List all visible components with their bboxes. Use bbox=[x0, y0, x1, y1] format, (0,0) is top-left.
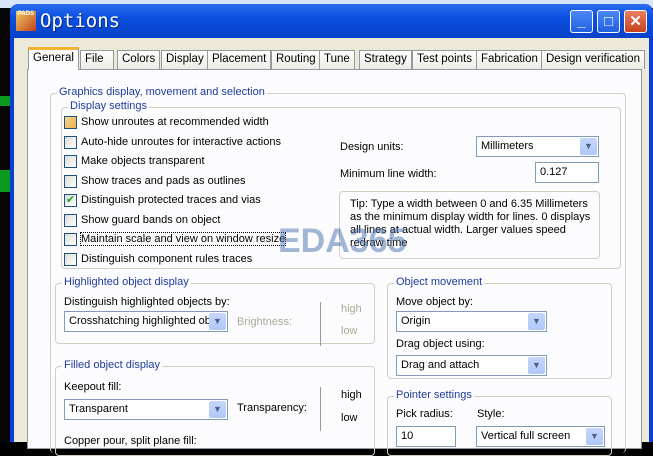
chevron-down-icon: ▼ bbox=[580, 138, 597, 155]
chevron-down-icon: ▼ bbox=[528, 313, 545, 330]
group-label: Display settings bbox=[68, 100, 150, 112]
move-by-label: Move object by: bbox=[396, 296, 474, 308]
tab-tune[interactable]: Tune bbox=[319, 50, 355, 69]
title-bar[interactable]: PADS Options _ □ ✕ bbox=[10, 4, 653, 38]
pads-app-icon: PADS bbox=[16, 11, 36, 31]
group-label: Pointer settings bbox=[394, 389, 474, 401]
distinguish-by-label: Distinguish highlighted objects by: bbox=[64, 296, 230, 308]
tab-general[interactable]: General bbox=[28, 47, 79, 70]
brightness-slider[interactable] bbox=[320, 302, 330, 346]
tab-test-points[interactable]: Test points bbox=[412, 50, 477, 69]
chevron-down-icon: ▼ bbox=[586, 428, 603, 445]
style-label: Style: bbox=[477, 408, 505, 420]
keepout-fill-select[interactable]: Transparent ▼ bbox=[64, 399, 228, 420]
copper-fill-label: Copper pour, split plane fill: bbox=[64, 435, 197, 447]
close-button[interactable]: ✕ bbox=[624, 10, 647, 33]
tab-colors[interactable]: Colors bbox=[117, 50, 161, 69]
tab-design-verification[interactable]: Design verification bbox=[541, 50, 645, 69]
tab-file[interactable]: File bbox=[80, 50, 114, 69]
chevron-down-icon: ▼ bbox=[209, 401, 226, 418]
tab-placement[interactable]: Placement bbox=[207, 50, 272, 69]
brightness-low-label: low bbox=[341, 325, 358, 337]
eda365-watermark: EDA365 bbox=[278, 222, 407, 260]
maximize-button[interactable]: □ bbox=[597, 10, 620, 33]
min-line-width-label: Minimum line width: bbox=[340, 168, 437, 180]
pick-radius-label: Pick radius: bbox=[396, 408, 453, 420]
tab-display[interactable]: Display bbox=[161, 50, 209, 69]
chevron-down-icon: ▼ bbox=[528, 357, 545, 374]
design-units-label: Design units: bbox=[340, 141, 404, 153]
keepout-fill-label: Keepout fill: bbox=[64, 381, 122, 393]
pointer-style-select[interactable]: Vertical full screen ▼ bbox=[476, 426, 605, 447]
tab-routing[interactable]: Routing bbox=[271, 50, 321, 69]
group-label: Highlighted object display bbox=[62, 276, 191, 288]
tab-fabrication[interactable]: Fabrication bbox=[476, 50, 543, 69]
drag-using-label: Drag object using: bbox=[396, 338, 485, 350]
drag-using-select[interactable]: Drag and attach ▼ bbox=[396, 355, 547, 376]
check-icon: ✔ bbox=[64, 194, 77, 207]
window-title: Options bbox=[40, 10, 121, 32]
group-label: Object movement bbox=[394, 276, 485, 288]
group-label: Graphics display, movement and selection bbox=[57, 86, 267, 98]
brightness-label: Brightness: bbox=[237, 316, 293, 328]
brightness-high-label: high bbox=[341, 303, 362, 315]
group-label: Filled object display bbox=[62, 359, 162, 371]
transparency-slider[interactable] bbox=[320, 387, 330, 431]
pick-radius-input[interactable]: 10 bbox=[396, 426, 456, 447]
tab-strategy[interactable]: Strategy bbox=[359, 50, 412, 69]
min-line-width-input[interactable]: 0.127 bbox=[535, 162, 599, 183]
chevron-down-icon: ▼ bbox=[209, 313, 226, 330]
transparency-high-label: high bbox=[341, 389, 362, 401]
design-units-select[interactable]: Millimeters ▼ bbox=[476, 136, 599, 157]
minimize-button[interactable]: _ bbox=[570, 10, 593, 33]
transparency-label: Transparency: bbox=[237, 402, 307, 414]
move-by-select[interactable]: Origin ▼ bbox=[396, 311, 547, 332]
transparency-low-label: low bbox=[341, 412, 358, 424]
highlight-mode-select[interactable]: Crosshatching highlighted obj ▼ bbox=[64, 311, 228, 332]
